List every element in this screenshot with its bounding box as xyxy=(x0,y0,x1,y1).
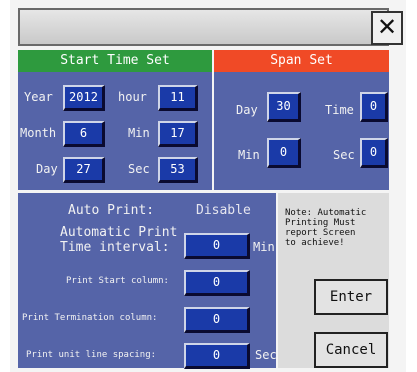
note-line-2: Printing Must xyxy=(285,218,356,228)
line-spacing-label: Print unit line spacing: xyxy=(26,350,157,360)
cancel-button[interactable]: Cancel xyxy=(314,332,388,368)
span-min-label: Min xyxy=(238,148,260,162)
span-sec-label: Sec xyxy=(333,148,355,162)
year-field[interactable]: 2012 xyxy=(63,85,105,111)
min-field[interactable]: 17 xyxy=(158,121,198,147)
line-spacing-field[interactable]: 0 xyxy=(184,343,250,369)
termination-column-field[interactable]: 0 xyxy=(184,307,250,333)
auto-print-status[interactable]: Disable xyxy=(196,203,251,218)
start-time-header: Start Time Set xyxy=(18,50,212,72)
interval-field[interactable]: 0 xyxy=(184,233,250,259)
span-time-field[interactable]: 0 xyxy=(360,92,388,122)
start-column-label: Print Start column: xyxy=(66,276,169,286)
month-field[interactable]: 6 xyxy=(63,121,105,147)
min-label: Min xyxy=(128,126,150,140)
interval-label-1: Automatic Print xyxy=(60,225,178,240)
sec-field[interactable]: 53 xyxy=(158,157,198,183)
day-label: Day xyxy=(36,162,58,176)
span-min-field[interactable]: 0 xyxy=(267,138,301,168)
year-label: Year xyxy=(24,90,53,104)
span-day-field[interactable]: 30 xyxy=(267,92,301,122)
title-bar xyxy=(18,8,389,46)
hour-field[interactable]: 11 xyxy=(158,85,198,111)
start-column-field[interactable]: 0 xyxy=(184,270,250,296)
interval-label-2: Time interval: xyxy=(60,240,170,255)
line-spacing-unit: Sec xyxy=(255,348,277,362)
day-field[interactable]: 27 xyxy=(63,157,105,183)
span-header: Span Set xyxy=(214,50,389,72)
note-line-4: to achieve! xyxy=(285,238,345,248)
month-label: Month xyxy=(20,126,57,140)
note-line-3: report Screen xyxy=(285,228,356,238)
hour-label: hour xyxy=(118,90,147,104)
enter-button[interactable]: Enter xyxy=(314,279,388,315)
span-time-label: Time xyxy=(325,103,354,117)
close-button[interactable]: ✕ xyxy=(371,11,403,45)
auto-print-label: Auto Print: xyxy=(68,203,155,218)
note-line-1: Note: Automatic xyxy=(285,208,367,218)
span-sec-field[interactable]: 0 xyxy=(360,138,388,168)
interval-unit: Min xyxy=(253,240,275,254)
span-day-label: Day xyxy=(236,103,258,117)
termination-column-label: Print Termination column: xyxy=(22,313,158,323)
sec-label: Sec xyxy=(128,162,150,176)
